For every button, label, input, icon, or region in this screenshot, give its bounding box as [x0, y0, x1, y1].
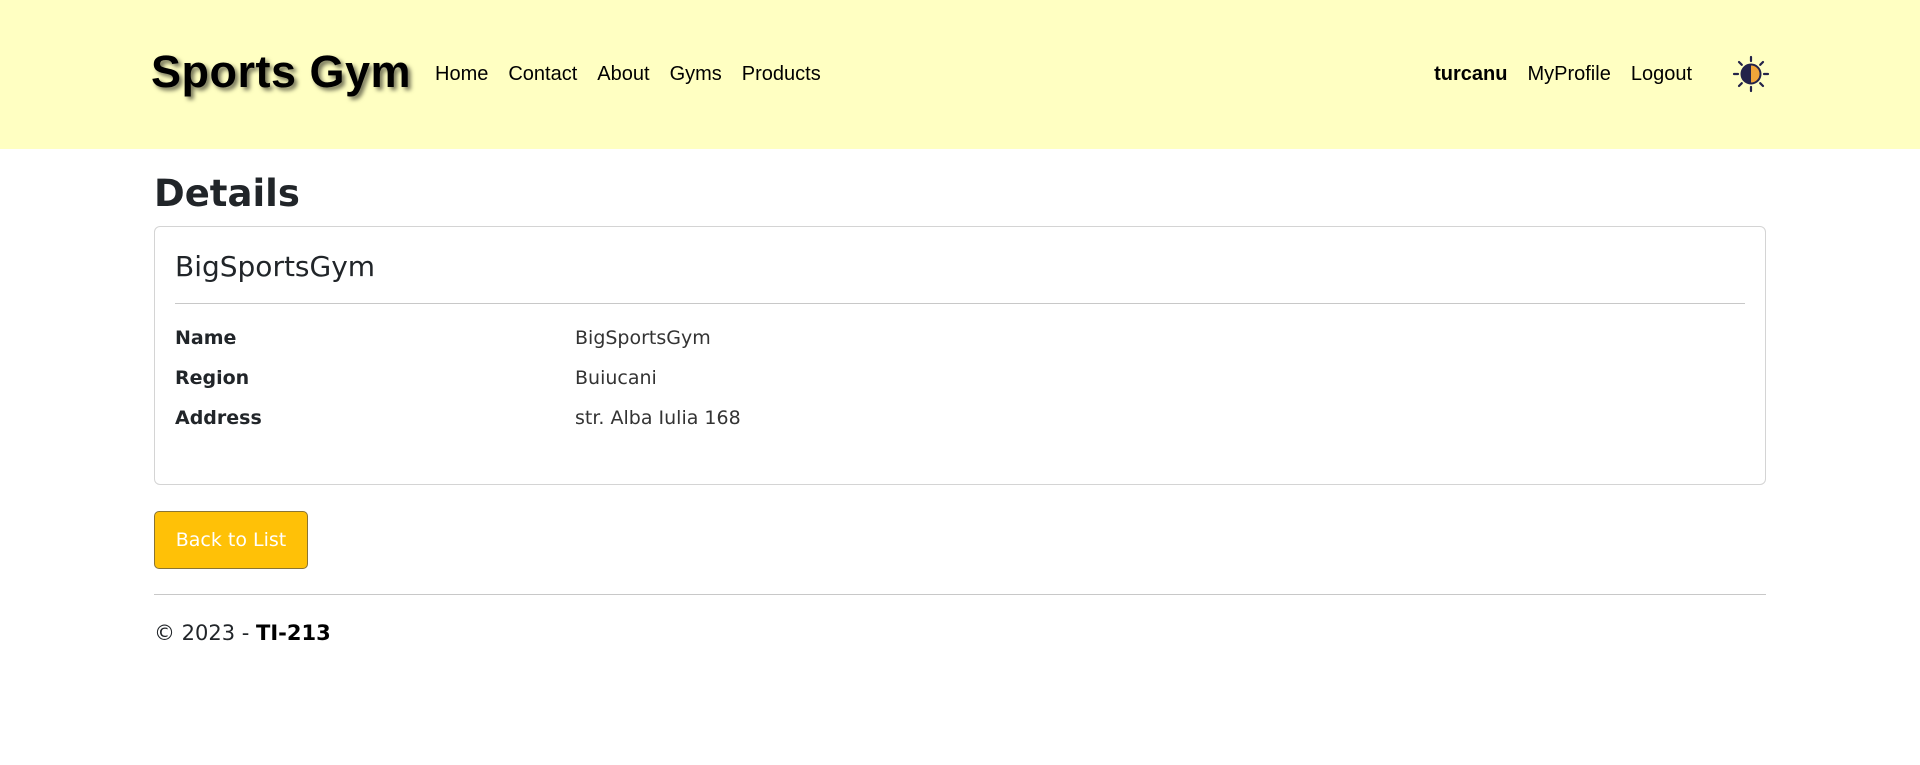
detail-value: BigSportsGym: [575, 327, 711, 349]
theme-toggle-button[interactable]: [1732, 55, 1770, 93]
back-to-list-button[interactable]: Back to List: [154, 511, 308, 569]
detail-row-address: Address str. Alba Iulia 168: [175, 405, 1745, 445]
footer-group-name: TI-213: [256, 621, 331, 645]
user-nav: turcanu MyProfile Logout: [1424, 60, 1702, 88]
detail-term: Address: [175, 407, 262, 429]
nav-my-profile[interactable]: MyProfile: [1517, 60, 1620, 88]
site-footer: © 2023 - TI-213: [154, 618, 331, 648]
current-username: turcanu: [1434, 63, 1508, 85]
detail-value: str. Alba Iulia 168: [575, 407, 741, 429]
half-sun-icon: [1732, 55, 1770, 93]
gym-details-card: BigSportsGym Name BigSportsGym Region Bu…: [154, 226, 1766, 485]
card-title: BigSportsGym: [175, 250, 376, 283]
detail-row-name: Name BigSportsGym: [175, 325, 1745, 365]
site-header: Sports Gym Home Contact About Gyms Produ…: [0, 0, 1920, 149]
page-title: Details: [154, 172, 300, 215]
footer-copyright: © 2023 -: [154, 621, 257, 645]
nav-gyms[interactable]: Gyms: [660, 60, 732, 88]
card-divider: [175, 303, 1745, 304]
nav-about[interactable]: About: [587, 60, 659, 88]
brand-logo[interactable]: Sports Gym: [151, 46, 411, 98]
detail-value: Buiucani: [575, 367, 657, 389]
nav-contact[interactable]: Contact: [498, 60, 587, 88]
detail-term: Region: [175, 367, 250, 389]
main-nav: Home Contact About Gyms Products: [425, 60, 831, 88]
nav-logout[interactable]: Logout: [1621, 60, 1702, 88]
nav-products[interactable]: Products: [732, 60, 831, 88]
details-list: Name BigSportsGym Region Buiucani Addres…: [175, 325, 1745, 445]
detail-term: Name: [175, 327, 237, 349]
detail-row-region: Region Buiucani: [175, 365, 1745, 405]
nav-home[interactable]: Home: [425, 60, 498, 88]
footer-divider: [154, 594, 1766, 595]
